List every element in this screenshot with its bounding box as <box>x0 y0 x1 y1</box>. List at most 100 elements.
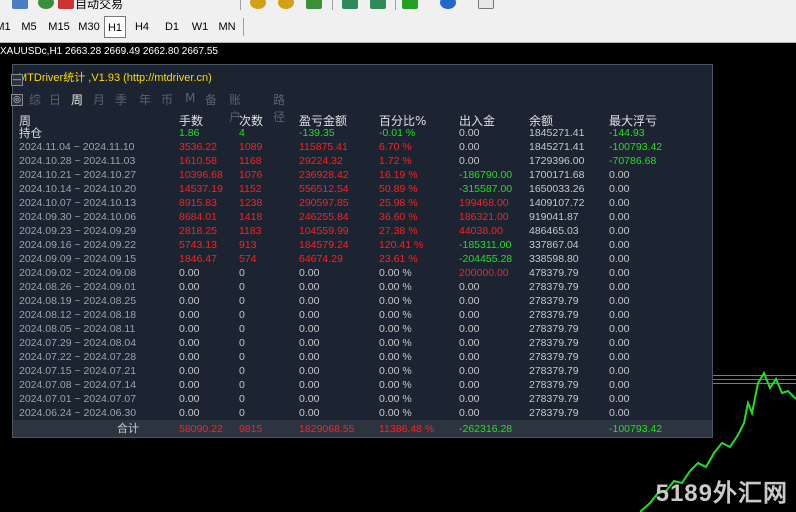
row-flow: -315587.00 <box>459 183 513 195</box>
tab-day[interactable]: 日 <box>49 91 61 108</box>
table-row: 2024.10.21 ~ 2024.10.27 10396.68 1076 23692… <box>13 168 713 182</box>
row-percent: 0.00 % <box>379 267 412 279</box>
row-pnl: 0.00 <box>299 337 320 349</box>
row-lots: 1846.47 <box>179 253 217 265</box>
row-lots: 0.00 <box>179 323 200 335</box>
timeframe-m5[interactable]: M5 <box>18 16 40 38</box>
tab-week[interactable]: 周 <box>71 91 83 108</box>
row-balance: 478379.79 <box>529 267 579 279</box>
row-balance: 1409107.72 <box>529 197 585 209</box>
tab-month[interactable]: 月 <box>93 91 105 108</box>
row-max-drawdown: 0.00 <box>609 253 630 265</box>
template-icon[interactable] <box>478 0 494 9</box>
row-week: 2024.07.29 ~ 2024.08.04 <box>19 337 137 349</box>
row-week: 2024.09.16 ~ 2024.09.22 <box>19 239 137 251</box>
row-week: 2024.08.05 ~ 2024.08.11 <box>19 323 136 335</box>
timeframe-h4[interactable]: H4 <box>130 16 154 38</box>
auto-trading-button[interactable]: 自动交易 <box>75 0 123 12</box>
row-percent: 0.00 % <box>379 407 412 419</box>
tab-currency[interactable]: 币 <box>161 91 173 108</box>
row-lots: 2818.25 <box>179 225 217 237</box>
toolbar-separator <box>395 0 396 10</box>
timeframe-d1[interactable]: D1 <box>160 16 184 38</box>
row-flow: 0.00 <box>459 309 480 321</box>
row-week: 2024.07.22 ~ 2024.07.28 <box>19 351 137 363</box>
camera-icon[interactable]: ◎ <box>11 94 23 106</box>
period-separator-icon[interactable] <box>342 0 358 9</box>
row-week: 2024.08.26 ~ 2024.09.01 <box>19 281 137 293</box>
row-count: 1152 <box>239 183 262 195</box>
row-max-drawdown: 0.00 <box>609 183 630 195</box>
row-pnl: 556512.54 <box>299 183 349 195</box>
totals-pnl: 1829068.55 <box>299 423 355 435</box>
row-lots: 0.00 <box>179 393 200 405</box>
row-percent: 0.00 % <box>379 365 412 377</box>
totals-lots: 58090.22 <box>179 423 223 435</box>
tile-windows-icon[interactable] <box>306 0 322 9</box>
globe-icon[interactable] <box>38 0 54 9</box>
table-row: 2024.08.12 ~ 2024.08.18 0.00 0 0.00 0.00 % 0.… <box>13 308 713 322</box>
tab-magic[interactable]: M <box>185 91 195 105</box>
row-week: 2024.06.24 ~ 2024.06.30 <box>19 407 137 419</box>
toolbar-separator <box>332 0 333 10</box>
row-lots: 0.00 <box>179 365 200 377</box>
row-max-drawdown: 0.00 <box>609 197 630 209</box>
row-pnl: 236928.42 <box>299 169 349 181</box>
row-percent: 0.00 % <box>379 393 412 405</box>
row-week: 2024.09.23 ~ 2024.09.29 <box>19 225 137 237</box>
holding-count: 4 <box>239 127 245 139</box>
row-flow: -186790.00 <box>459 169 513 181</box>
row-max-drawdown: 0.00 <box>609 407 630 419</box>
collapse-button[interactable]: — <box>11 74 23 86</box>
row-max-drawdown: 0.00 <box>609 211 630 223</box>
panel-title: MTDriver统计 ,V1.93 (http://mtdriver.cn) <box>18 72 212 84</box>
row-balance: 1650033.26 <box>529 183 585 195</box>
timeframe-m15[interactable]: M15 <box>46 16 72 38</box>
tab-path[interactable]: 路径 <box>273 91 285 125</box>
row-balance: 278379.79 <box>529 407 579 419</box>
row-lots: 0.00 <box>179 281 200 293</box>
row-balance: 278379.79 <box>529 295 579 307</box>
row-percent: 25.98 % <box>379 197 418 209</box>
row-pnl: 0.00 <box>299 309 320 321</box>
row-flow: 0.00 <box>459 365 480 377</box>
timeframe-m30[interactable]: M30 <box>76 16 102 38</box>
row-week: 2024.07.01 ~ 2024.07.07 <box>19 393 137 405</box>
row-flow: 186321.00 <box>459 211 509 223</box>
row-lots: 8915.83 <box>179 197 217 209</box>
table-row: 2024.09.30 ~ 2024.10.06 8684.01 1418 246255… <box>13 210 713 224</box>
row-flow: -185311.00 <box>459 239 512 251</box>
row-lots: 3536.22 <box>179 141 217 153</box>
table-row: 2024.07.15 ~ 2024.07.21 0.00 0 0.00 0.00 % 0.… <box>13 364 713 378</box>
tab-summary[interactable]: 综 <box>29 91 41 108</box>
timeframe-mn[interactable]: MN <box>214 16 240 38</box>
tab-year[interactable]: 年 <box>139 91 151 108</box>
row-lots: 0.00 <box>179 337 200 349</box>
table-row: 2024.07.01 ~ 2024.07.07 0.00 0 0.00 0.00 % 0.… <box>13 392 713 406</box>
row-flow: 0.00 <box>459 295 480 307</box>
auto-trading-icon[interactable] <box>58 0 74 9</box>
holding-balance: 1845271.41 <box>529 127 585 139</box>
table-row: 2024.09.23 ~ 2024.09.29 2818.25 1183 104559… <box>13 224 713 238</box>
row-percent: 36.60 % <box>379 211 418 223</box>
toolbar-standard-row: 自动交易 <box>0 0 796 12</box>
zoom-in-icon[interactable] <box>250 0 266 9</box>
user-icon[interactable] <box>12 0 28 9</box>
chart-shift-icon[interactable] <box>370 0 386 9</box>
row-pnl: 184579.24 <box>299 239 349 251</box>
tab-quarter[interactable]: 季 <box>115 91 127 108</box>
row-count: 1089 <box>239 141 263 153</box>
table-row: 2024.06.24 ~ 2024.06.30 0.00 0 0.00 0.00 % 0.… <box>13 406 713 420</box>
timeframe-h1[interactable]: H1 <box>104 16 126 38</box>
zoom-out-icon[interactable] <box>278 0 294 9</box>
row-week: 2024.10.07 ~ 2024.10.13 <box>19 197 137 209</box>
row-percent: 0.00 % <box>379 337 412 349</box>
clock-icon[interactable] <box>440 0 456 9</box>
timeframe-m1[interactable]: M1 <box>0 16 14 38</box>
row-count: 0 <box>239 351 245 363</box>
add-indicator-icon[interactable] <box>402 0 418 9</box>
timeframe-w1[interactable]: W1 <box>188 16 212 38</box>
row-pnl: 104559.99 <box>299 225 349 237</box>
row-pnl: 0.00 <box>299 365 320 377</box>
tab-notes[interactable]: 备 <box>205 91 217 108</box>
